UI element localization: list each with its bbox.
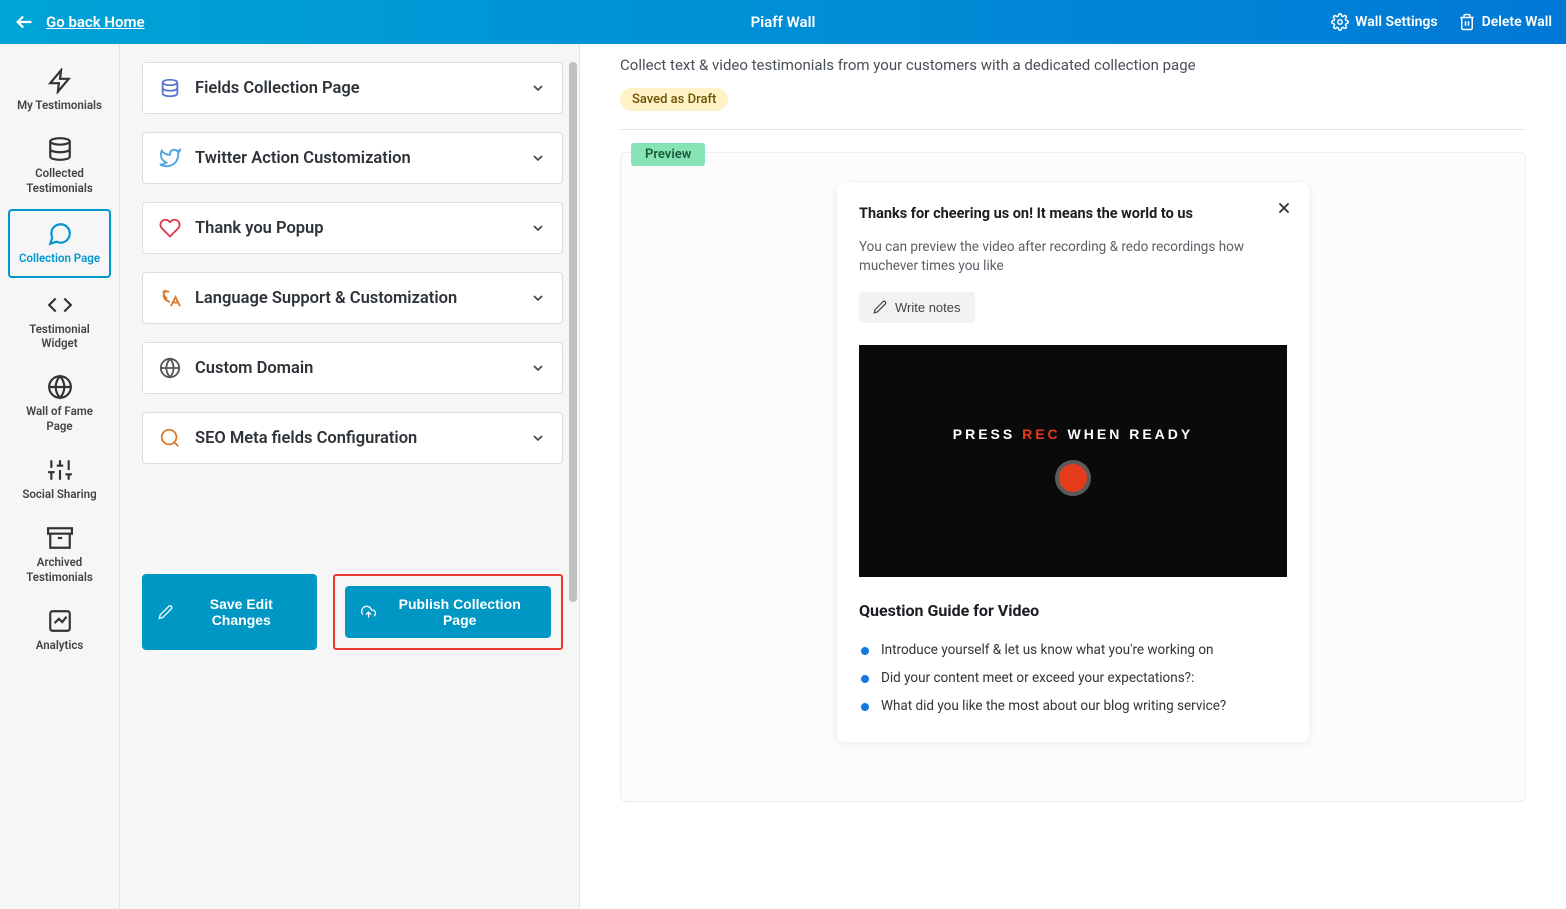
accordion-title: Twitter Action Customization [195,149,530,168]
accordion-custom-domain[interactable]: Custom Domain [142,342,563,394]
database-icon [47,136,73,162]
chat-icon [47,221,73,247]
settings-panel: Fields Collection Page Twitter Action Cu… [120,44,580,909]
wall-title: Piaff Wall [751,13,816,31]
twitter-icon [159,147,181,169]
save-edit-button[interactable]: Save Edit Changes [142,574,317,650]
question-item: What did you like the most about our blo… [859,692,1287,720]
save-edit-label: Save Edit Changes [181,596,301,628]
accordion-thank-you[interactable]: Thank you Popup [142,202,563,254]
record-button[interactable] [1055,460,1091,496]
write-notes-label: Write notes [895,300,961,315]
close-icon[interactable] [1275,199,1293,217]
panel-scrollbar[interactable] [569,62,577,602]
nav-archived-testimonials[interactable]: Archived Testimonials [8,515,111,594]
sliders-icon [47,457,73,483]
chevron-down-icon [530,150,546,166]
chevron-down-icon [530,430,546,446]
heart-icon [159,217,181,239]
globe-icon [159,357,181,379]
search-icon [159,427,181,449]
accordion-fields-collection[interactable]: Fields Collection Page [142,62,563,114]
upload-cloud-icon [361,604,376,620]
question-list: Introduce yourself & let us know what yo… [859,636,1287,720]
nav-label: Wall of Fame Page [14,404,105,433]
wall-settings-label: Wall Settings [1355,14,1437,30]
nav-label: My Testimonials [17,98,102,112]
preview-intro-text: Collect text & video testimonials from y… [620,56,1526,74]
accordion-twitter[interactable]: Twitter Action Customization [142,132,563,184]
question-item: Did your content meet or exceed your exp… [859,664,1287,692]
trash-icon [1458,13,1476,31]
nav-analytics[interactable]: Analytics [8,598,111,662]
topbar: Go back Home Piaff Wall Wall Settings De… [0,0,1566,44]
write-notes-button[interactable]: Write notes [859,292,975,323]
translate-icon [159,287,181,309]
accordion-title: Language Support & Customization [195,289,530,308]
preview-card: Thanks for cheering us on! It means the … [837,183,1309,742]
preview-badge: Preview [631,143,705,166]
chevron-down-icon [530,220,546,236]
question-guide-title: Question Guide for Video [859,601,1287,620]
publish-label: Publish Collection Page [384,596,535,628]
chevron-down-icon [530,290,546,306]
sidebar: My Testimonials Collected Testimonials C… [0,44,120,909]
arrow-left-icon[interactable] [14,11,36,33]
video-recorder: PRESS REC WHEN READY [859,345,1287,577]
draft-badge: Saved as Draft [620,88,728,111]
pencil-icon [873,300,887,314]
nav-label: Social Sharing [22,487,96,501]
nav-collection-page[interactable]: Collection Page [8,209,111,277]
lightning-icon [47,68,73,94]
chevron-down-icon [530,80,546,96]
nav-testimonial-widget[interactable]: Testimonial Widget [8,282,111,361]
nav-wall-of-fame[interactable]: Wall of Fame Page [8,364,111,443]
nav-social-sharing[interactable]: Social Sharing [8,447,111,511]
delete-wall-button[interactable]: Delete Wall [1458,13,1552,31]
chart-icon [47,608,73,634]
go-back-link[interactable]: Go back Home [46,13,145,31]
press-rec-text: PRESS REC WHEN READY [953,426,1193,442]
archive-icon [47,525,73,551]
question-item: Introduce yourself & let us know what yo… [859,636,1287,664]
globe-icon [47,374,73,400]
nav-label: Analytics [36,638,84,652]
accordion-title: SEO Meta fields Configuration [195,429,530,448]
card-title: Thanks for cheering us on! It means the … [859,205,1287,222]
accordion-language[interactable]: Language Support & Customization [142,272,563,324]
layers-icon [159,77,181,99]
pencil-icon [158,604,173,620]
accordion-seo-meta[interactable]: SEO Meta fields Configuration [142,412,563,464]
nav-label: Collection Page [19,251,100,265]
nav-label: Collected Testimonials [14,166,105,195]
publish-highlight: Publish Collection Page [333,574,563,650]
nav-my-testimonials[interactable]: My Testimonials [8,58,111,122]
nav-label: Archived Testimonials [14,555,105,584]
card-subtitle: You can preview the video after recordin… [859,238,1287,276]
gear-icon [1331,13,1349,31]
publish-collection-button[interactable]: Publish Collection Page [345,586,551,638]
accordion-title: Thank you Popup [195,219,530,238]
chevron-down-icon [530,360,546,376]
preview-area: Collect text & video testimonials from y… [580,44,1566,909]
nav-label: Testimonial Widget [14,322,105,351]
code-icon [47,292,73,318]
nav-collected-testimonials[interactable]: Collected Testimonials [8,126,111,205]
accordion-title: Fields Collection Page [195,79,530,98]
delete-wall-label: Delete Wall [1482,14,1552,30]
accordion-title: Custom Domain [195,359,530,378]
wall-settings-button[interactable]: Wall Settings [1331,13,1437,31]
